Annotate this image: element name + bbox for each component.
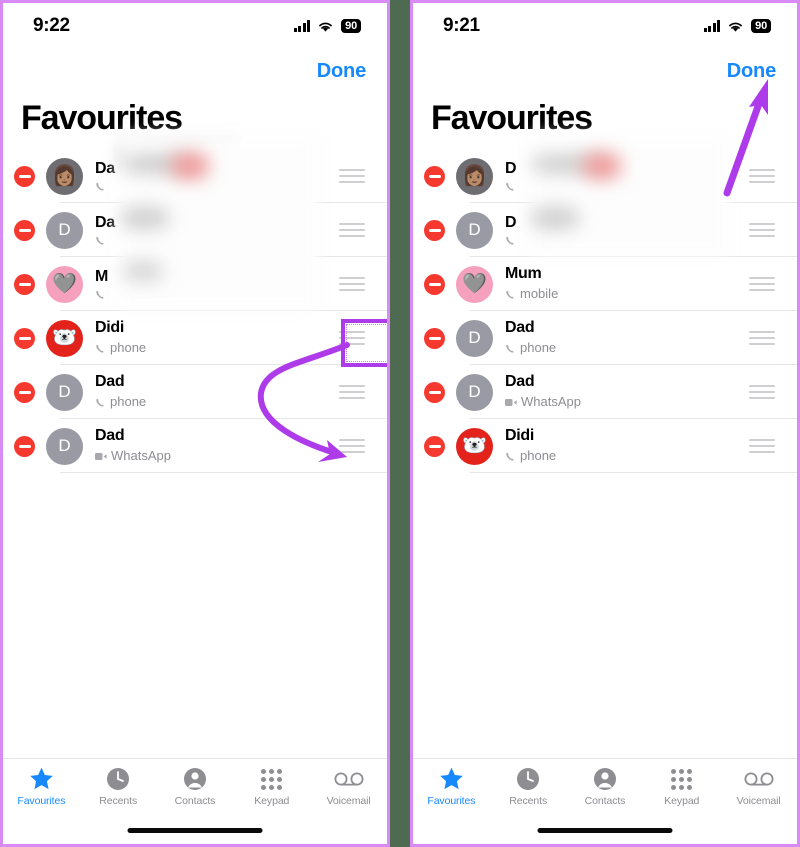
phone-screenshot-right: 9:21 90 Done Favourites 👩🏽 D D D 🩶 Mum m… [410, 0, 800, 847]
annotation-curved-arrow [257, 342, 350, 462]
screenshot-stage: 9:22 90 Done Favourites 👩🏽 Da D Da 🩶 M 🐻… [0, 0, 800, 847]
annotation-arrow-to-done [723, 79, 768, 197]
phone-screenshot-left: 9:22 90 Done Favourites 👩🏽 Da D Da 🩶 M 🐻… [0, 0, 390, 847]
